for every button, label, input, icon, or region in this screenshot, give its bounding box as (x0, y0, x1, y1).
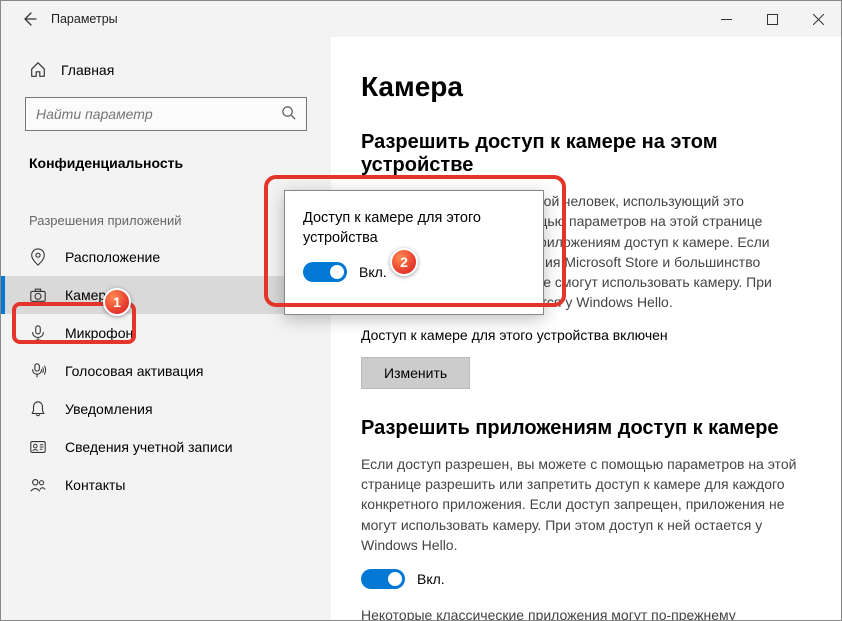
camera-icon (29, 286, 47, 304)
sidebar-item-account-info[interactable]: Сведения учетной записи (1, 428, 331, 466)
popup-toggle-label: Вкл. (359, 264, 387, 280)
popup-title: Доступ к камере для этого устройства (303, 209, 525, 248)
apps-access-toggle[interactable] (361, 569, 405, 589)
sidebar-item-label: Уведомления (65, 401, 153, 417)
search-icon (281, 105, 296, 123)
sidebar-item-microphone[interactable]: Микрофон (1, 314, 331, 352)
apps-access-toggle-row: Вкл. (361, 569, 811, 589)
sidebar-group-label: Разрешения приложений (1, 185, 331, 238)
search-box[interactable] (25, 97, 307, 131)
page-title: Камера (361, 71, 811, 103)
sidebar: Главная Конфиденциальность Разрешения пр… (1, 37, 331, 620)
window-controls (703, 1, 841, 37)
close-button[interactable] (795, 1, 841, 37)
minimize-icon (721, 14, 732, 25)
sidebar-item-label: Сведения учетной записи (65, 439, 233, 455)
sidebar-item-label: Голосовая активация (65, 363, 204, 379)
home-label: Главная (61, 62, 114, 78)
titlebar: Параметры (1, 1, 841, 37)
sidebar-item-notifications[interactable]: Уведомления (1, 390, 331, 428)
arrow-left-icon (21, 11, 37, 27)
content-area: Камера Разрешить доступ к камере на этом… (331, 37, 841, 620)
section2-heading: Разрешить приложениям доступ к камере (361, 417, 811, 440)
sidebar-item-location[interactable]: Расположение (1, 238, 331, 276)
maximize-button[interactable] (749, 1, 795, 37)
home-icon (29, 61, 47, 79)
close-icon (813, 14, 824, 25)
account-icon (29, 438, 47, 456)
change-button[interactable]: Изменить (361, 357, 470, 389)
voice-icon (29, 362, 47, 380)
sidebar-item-voice-activation[interactable]: Голосовая активация (1, 352, 331, 390)
sidebar-item-label: Контакты (65, 477, 125, 493)
bell-icon (29, 400, 47, 418)
sidebar-section-title: Конфиденциальность (1, 149, 331, 185)
footer-text: Некоторые классические приложения могут … (361, 605, 801, 620)
annotation-badge-1: 1 (103, 288, 131, 316)
minimize-button[interactable] (703, 1, 749, 37)
section2-body: Если доступ разрешен, вы можете с помощь… (361, 454, 801, 555)
back-button[interactable] (7, 1, 51, 37)
device-access-toggle[interactable] (303, 262, 347, 282)
location-icon (29, 248, 47, 266)
sidebar-item-label: Микрофон (65, 325, 133, 341)
device-access-status: Доступ к камере для этого устройства вкл… (361, 327, 811, 343)
toggle-label: Вкл. (417, 571, 445, 587)
annotation-badge-2: 2 (390, 248, 418, 276)
maximize-icon (767, 14, 778, 25)
window-title: Параметры (51, 12, 118, 26)
home-link[interactable]: Главная (1, 55, 331, 93)
sidebar-item-contacts[interactable]: Контакты (1, 466, 331, 504)
window-body: Главная Конфиденциальность Разрешения пр… (1, 37, 841, 620)
sidebar-item-label: Расположение (65, 249, 160, 265)
contacts-icon (29, 476, 47, 494)
sidebar-item-camera[interactable]: Камера (1, 276, 331, 314)
microphone-icon (29, 324, 47, 342)
section1-heading: Разрешить доступ к камере на этом устрой… (361, 131, 811, 177)
search-input[interactable] (36, 106, 281, 122)
